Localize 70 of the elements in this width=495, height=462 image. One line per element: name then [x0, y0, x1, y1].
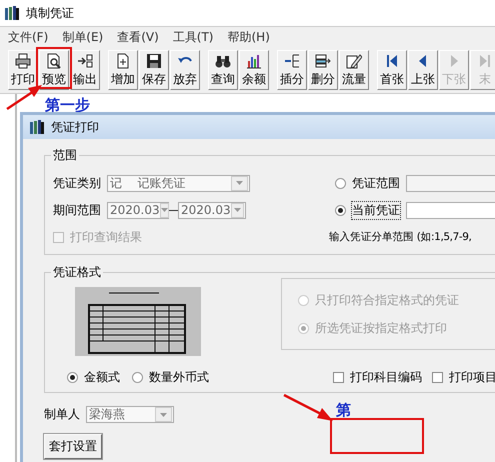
caret-icon	[160, 208, 168, 212]
group-title: 范围	[52, 147, 78, 164]
magnifier-page-icon	[46, 52, 62, 68]
toolbar-button[interactable]: 插分	[277, 50, 307, 90]
hint-text: 输入凭证分单范围 (如:1,5,7-9,	[329, 230, 472, 244]
group-title: 凭证格式	[52, 264, 102, 281]
checkbox[interactable]	[432, 372, 443, 382]
bar-chart-icon	[246, 52, 262, 68]
option-label: 所选凭证按指定格式打印	[315, 320, 447, 336]
dropdown[interactable]: 梁海燕	[86, 406, 174, 423]
option-label: 数量外币式	[149, 368, 209, 386]
radio-button[interactable]	[335, 178, 346, 188]
toolbar-button[interactable]: 放弃	[170, 50, 200, 90]
menu-item[interactable]: 查看(V)	[117, 29, 159, 46]
step-label: 第一步	[45, 96, 90, 115]
option-label: 凭证范围	[352, 174, 400, 192]
toolbar-button[interactable]: 首张	[377, 50, 407, 90]
step-label: 第	[336, 401, 351, 420]
annotation-arrow	[283, 393, 335, 423]
app-icon	[4, 5, 20, 21]
last-icon	[477, 52, 493, 68]
input-field[interactable]	[406, 202, 495, 218]
checkbox[interactable]	[333, 372, 344, 382]
menu-item[interactable]: 制单(E)	[62, 29, 104, 46]
menu-item[interactable]: 帮助(H)	[228, 29, 270, 46]
window-title: 填制凭证	[26, 4, 74, 22]
field-label: 制单人	[44, 406, 80, 423]
settings-button[interactable]: 套打设置	[44, 434, 102, 459]
toolbar-button[interactable]: 预览	[39, 50, 69, 90]
caret-icon	[236, 181, 243, 185]
toolbar-button[interactable]: 删分	[308, 50, 338, 90]
toolbar-button[interactable]: 查询	[208, 50, 238, 90]
insert-row-icon	[284, 52, 300, 68]
caret-icon	[160, 412, 167, 416]
save-icon	[146, 52, 162, 68]
option-label: 只打印符合指定格式的凭证	[315, 292, 459, 308]
menu-item[interactable]: 文件(F)	[8, 29, 48, 46]
toolbar-button[interactable]: 流量	[339, 50, 369, 90]
radio-button[interactable]	[132, 372, 143, 382]
first-icon	[384, 52, 400, 68]
toolbar-button[interactable]: 上张	[408, 50, 438, 90]
input-field[interactable]	[406, 174, 495, 192]
menu-item[interactable]: 工具(T)	[172, 29, 214, 46]
option-label: 打印项目	[449, 368, 495, 386]
toolbar-button[interactable]: 余额	[239, 50, 269, 90]
printer-icon	[15, 52, 31, 68]
option-label: 打印科目编码	[350, 368, 422, 386]
new-page-icon	[115, 52, 131, 68]
annotation-arrow	[6, 83, 44, 111]
dialog-title: 凭证打印	[51, 118, 99, 136]
option-label: 当前凭证	[352, 202, 400, 218]
radio-button[interactable]	[335, 204, 346, 216]
toolbar-button[interactable]: 保存	[139, 50, 169, 90]
pencil-page-icon	[346, 52, 362, 68]
field-label: 凭证类别	[53, 174, 101, 192]
toolbar-button[interactable]: 增加	[108, 50, 138, 90]
app-icon	[29, 119, 45, 135]
export-icon	[77, 52, 93, 68]
dropdown[interactable]: 2020.03	[178, 202, 246, 218]
caret-icon	[234, 208, 241, 212]
option-label: 金额式	[84, 368, 120, 386]
highlight-box	[36, 47, 72, 89]
toolbar-button[interactable]: 打印	[8, 50, 38, 90]
dropdown[interactable]: 记 记账凭证	[107, 174, 250, 192]
delete-row-icon	[315, 52, 331, 68]
radio-button[interactable]	[67, 372, 78, 382]
option-label: 打印查询结果	[70, 228, 142, 246]
field-label: 期间范围	[53, 202, 101, 218]
toolbar-button[interactable]: 输出	[70, 50, 100, 90]
dropdown[interactable]: 2020.03	[107, 202, 169, 218]
